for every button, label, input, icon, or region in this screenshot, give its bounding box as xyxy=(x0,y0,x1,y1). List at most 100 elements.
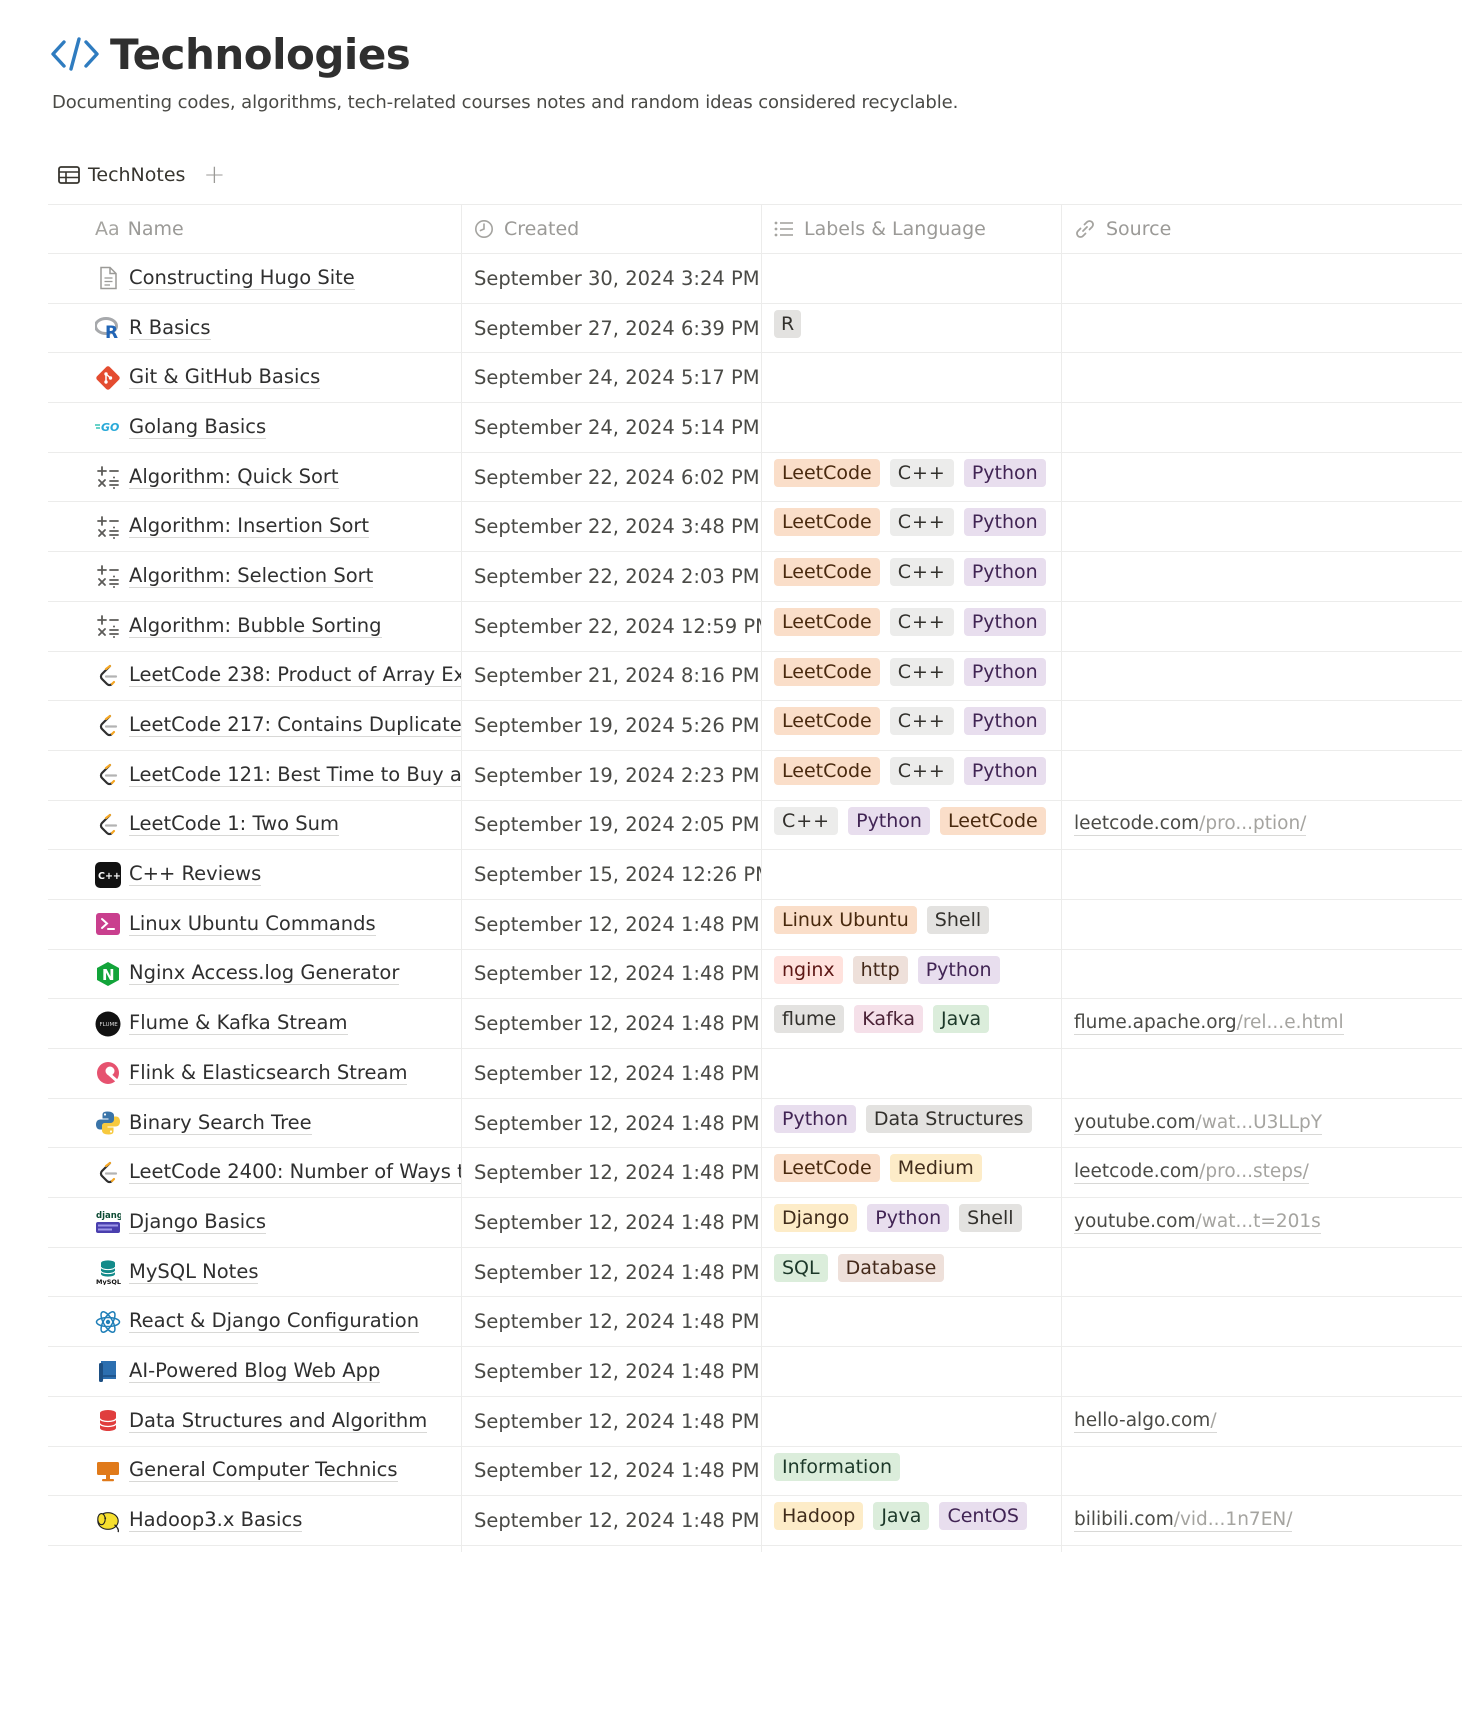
name-cell[interactable]: LeetCode 2400: Number of Ways tc xyxy=(48,1148,462,1198)
golang-logo-icon[interactable]: GO xyxy=(95,414,121,440)
source-cell[interactable] xyxy=(1062,1447,1462,1496)
django-logo-icon[interactable]: django xyxy=(95,1209,121,1235)
name-cell[interactable]: FLUME Flume & Kafka Stream xyxy=(48,999,462,1048)
page-link[interactable]: LeetCode 121: Best Time to Buy and xyxy=(129,763,461,787)
labels-cell[interactable]: LeetCode C++ Python xyxy=(762,452,1062,502)
column-header-source[interactable]: Source xyxy=(1062,205,1462,253)
labels-cell[interactable]: R xyxy=(762,303,1062,353)
label-tag[interactable]: Python xyxy=(917,955,1000,984)
source-cell[interactable] xyxy=(1062,254,1462,303)
source-cell[interactable] xyxy=(1062,1347,1462,1396)
label-tag[interactable]: C++ xyxy=(889,607,954,636)
table-row[interactable]: General Computer Technics September 12, 2… xyxy=(48,1446,1462,1497)
source-link[interactable]: leetcode.com/pro...ption/ xyxy=(1074,813,1307,837)
label-tag[interactable]: nginx xyxy=(774,955,843,984)
hadoop-logo-icon[interactable] xyxy=(95,1508,121,1534)
created-cell[interactable]: September 19, 2024 2:23 PM xyxy=(462,750,762,800)
terminal-icon[interactable] xyxy=(95,911,121,937)
label-tag[interactable]: CentOS xyxy=(939,1502,1027,1531)
table-row[interactable]: C++ C++ Reviews September 15, 2024 12:26 P… xyxy=(48,850,1462,900)
source-cell[interactable] xyxy=(1062,502,1462,551)
labels-cell[interactable] xyxy=(762,1049,1062,1098)
label-tag[interactable]: Shell xyxy=(959,1204,1022,1233)
label-tag[interactable]: Python xyxy=(963,458,1046,487)
label-tag[interactable]: Medium xyxy=(889,1154,982,1183)
label-tag[interactable]: LeetCode xyxy=(774,657,880,686)
book-icon[interactable] xyxy=(95,1358,121,1384)
nginx-logo-icon[interactable]: N xyxy=(95,961,121,987)
table-row[interactable]: GO Golang Basics September 24, 2024 5:14 P… xyxy=(48,403,1462,453)
created-cell[interactable]: September 22, 2024 6:02 PM xyxy=(462,452,762,502)
name-cell[interactable]: Constructing Hugo Site xyxy=(48,254,462,303)
source-link[interactable]: leetcode.com/pro...steps/ xyxy=(1074,1161,1309,1185)
source-cell[interactable]: youtube.com/wat...t=201s xyxy=(1062,1198,1462,1247)
label-tag[interactable]: Java xyxy=(873,1502,930,1531)
page-link[interactable]: AI-Powered Blog Web App xyxy=(129,1359,381,1383)
label-tag[interactable]: Data Structures xyxy=(865,1104,1032,1133)
label-tag[interactable]: C++ xyxy=(889,756,954,785)
math-operations-icon[interactable] xyxy=(95,464,121,490)
page-link[interactable]: R Basics xyxy=(129,316,211,340)
column-header-created[interactable]: Created xyxy=(462,205,762,253)
table-row[interactable]: LeetCode 238: Product of Array Exc Septem… xyxy=(48,651,1462,702)
table-row[interactable]: LeetCode 2400: Number of Ways tc Septembe… xyxy=(48,1148,1462,1199)
page-link[interactable]: Hadoop3.x Basics xyxy=(129,1509,303,1533)
name-cell[interactable]: Binary Search Tree xyxy=(48,1098,462,1148)
label-tag[interactable]: Python xyxy=(963,657,1046,686)
source-link[interactable]: flume.apache.org/rel...e.html xyxy=(1074,1012,1344,1036)
created-cell[interactable]: September 12, 2024 1:48 PM xyxy=(462,1198,762,1247)
label-tag[interactable]: LeetCode xyxy=(774,707,880,736)
created-cell[interactable]: September 19, 2024 5:26 PM xyxy=(462,701,762,750)
label-tag[interactable]: Python xyxy=(848,806,930,835)
source-link[interactable]: youtube.com/wat...t=201s xyxy=(1074,1211,1321,1234)
created-cell[interactable]: September 12, 2024 1:48 PM xyxy=(462,1347,762,1396)
labels-cell[interactable]: Information xyxy=(762,1446,1062,1496)
label-tag[interactable]: Python xyxy=(963,707,1046,736)
label-tag[interactable]: Java xyxy=(933,1005,990,1034)
table-row[interactable]: Constructing Hugo Site September 30, 2024… xyxy=(48,254,1462,304)
label-tag[interactable]: LeetCode xyxy=(774,458,880,487)
name-cell[interactable]: django Django Basics xyxy=(48,1198,462,1247)
page-link[interactable]: Flume & Kafka Stream xyxy=(129,1012,348,1036)
table-row[interactable]: LeetCode 1: Two Sum September 19, 2024 2:… xyxy=(48,800,1462,851)
labels-cell[interactable]: Hadoop Java CentOS xyxy=(762,1496,1062,1545)
page-link[interactable]: C++ Reviews xyxy=(129,863,262,887)
name-cell[interactable]: Flink & Elasticsearch Stream xyxy=(48,1049,462,1098)
page-description[interactable]: Documenting codes, algorithms, tech-rela… xyxy=(52,92,1432,113)
name-cell[interactable]: R R Basics xyxy=(48,303,462,353)
page-link[interactable]: Flink & Elasticsearch Stream xyxy=(129,1061,408,1085)
created-cell[interactable]: September 12, 2024 1:48 PM xyxy=(462,1148,762,1198)
page-link[interactable]: Golang Basics xyxy=(129,415,267,439)
created-cell[interactable]: September 12, 2024 1:48 PM xyxy=(462,1446,762,1496)
labels-cell[interactable] xyxy=(762,1347,1062,1396)
label-tag[interactable]: C++ xyxy=(889,508,954,537)
labels-cell[interactable] xyxy=(762,850,1062,899)
label-tag[interactable]: Hadoop xyxy=(774,1502,864,1531)
source-cell[interactable] xyxy=(1062,1248,1462,1297)
label-tag[interactable]: flume xyxy=(774,1005,845,1034)
source-link[interactable]: bilibili.com/vid...1n7EN/ xyxy=(1074,1509,1293,1533)
created-cell[interactable]: September 12, 2024 1:48 PM xyxy=(462,1297,762,1347)
labels-cell[interactable]: SQL Database xyxy=(762,1247,1062,1297)
label-tag[interactable]: SQL xyxy=(774,1253,828,1282)
leetcode-logo-icon[interactable] xyxy=(95,663,121,689)
label-tag[interactable]: Database xyxy=(837,1253,945,1282)
name-cell[interactable]: LeetCode 217: Contains Duplicate xyxy=(48,701,462,750)
name-cell[interactable]: Hadoop3.x Basics xyxy=(48,1496,462,1545)
table-row[interactable]: Flink & Elasticsearch Stream September 12… xyxy=(48,1049,1462,1099)
labels-cell[interactable]: Python Data Structures xyxy=(762,1098,1062,1148)
react-logo-icon[interactable] xyxy=(95,1309,121,1335)
document-icon[interactable] xyxy=(95,265,121,291)
created-cell[interactable]: September 24, 2024 5:14 PM xyxy=(462,403,762,452)
table-row[interactable]: LeetCode 121: Best Time to Buy and Septem… xyxy=(48,750,1462,801)
page-link[interactable]: LeetCode 1: Two Sum xyxy=(129,813,339,837)
name-cell[interactable]: GO Golang Basics xyxy=(48,403,462,452)
label-tag[interactable]: LeetCode xyxy=(774,1154,880,1183)
leetcode-logo-icon[interactable] xyxy=(95,1160,121,1186)
page-link[interactable]: Git & GitHub Basics xyxy=(129,366,321,390)
page-link[interactable]: Algorithm: Bubble Sorting xyxy=(129,614,382,638)
cpp-logo-icon[interactable]: C++ xyxy=(95,861,121,888)
label-tag[interactable]: LeetCode xyxy=(774,558,880,587)
source-cell[interactable]: youtube.com/wat...U3LLpY xyxy=(1062,1099,1462,1148)
labels-cell[interactable]: flume Kafka Java xyxy=(762,999,1062,1048)
